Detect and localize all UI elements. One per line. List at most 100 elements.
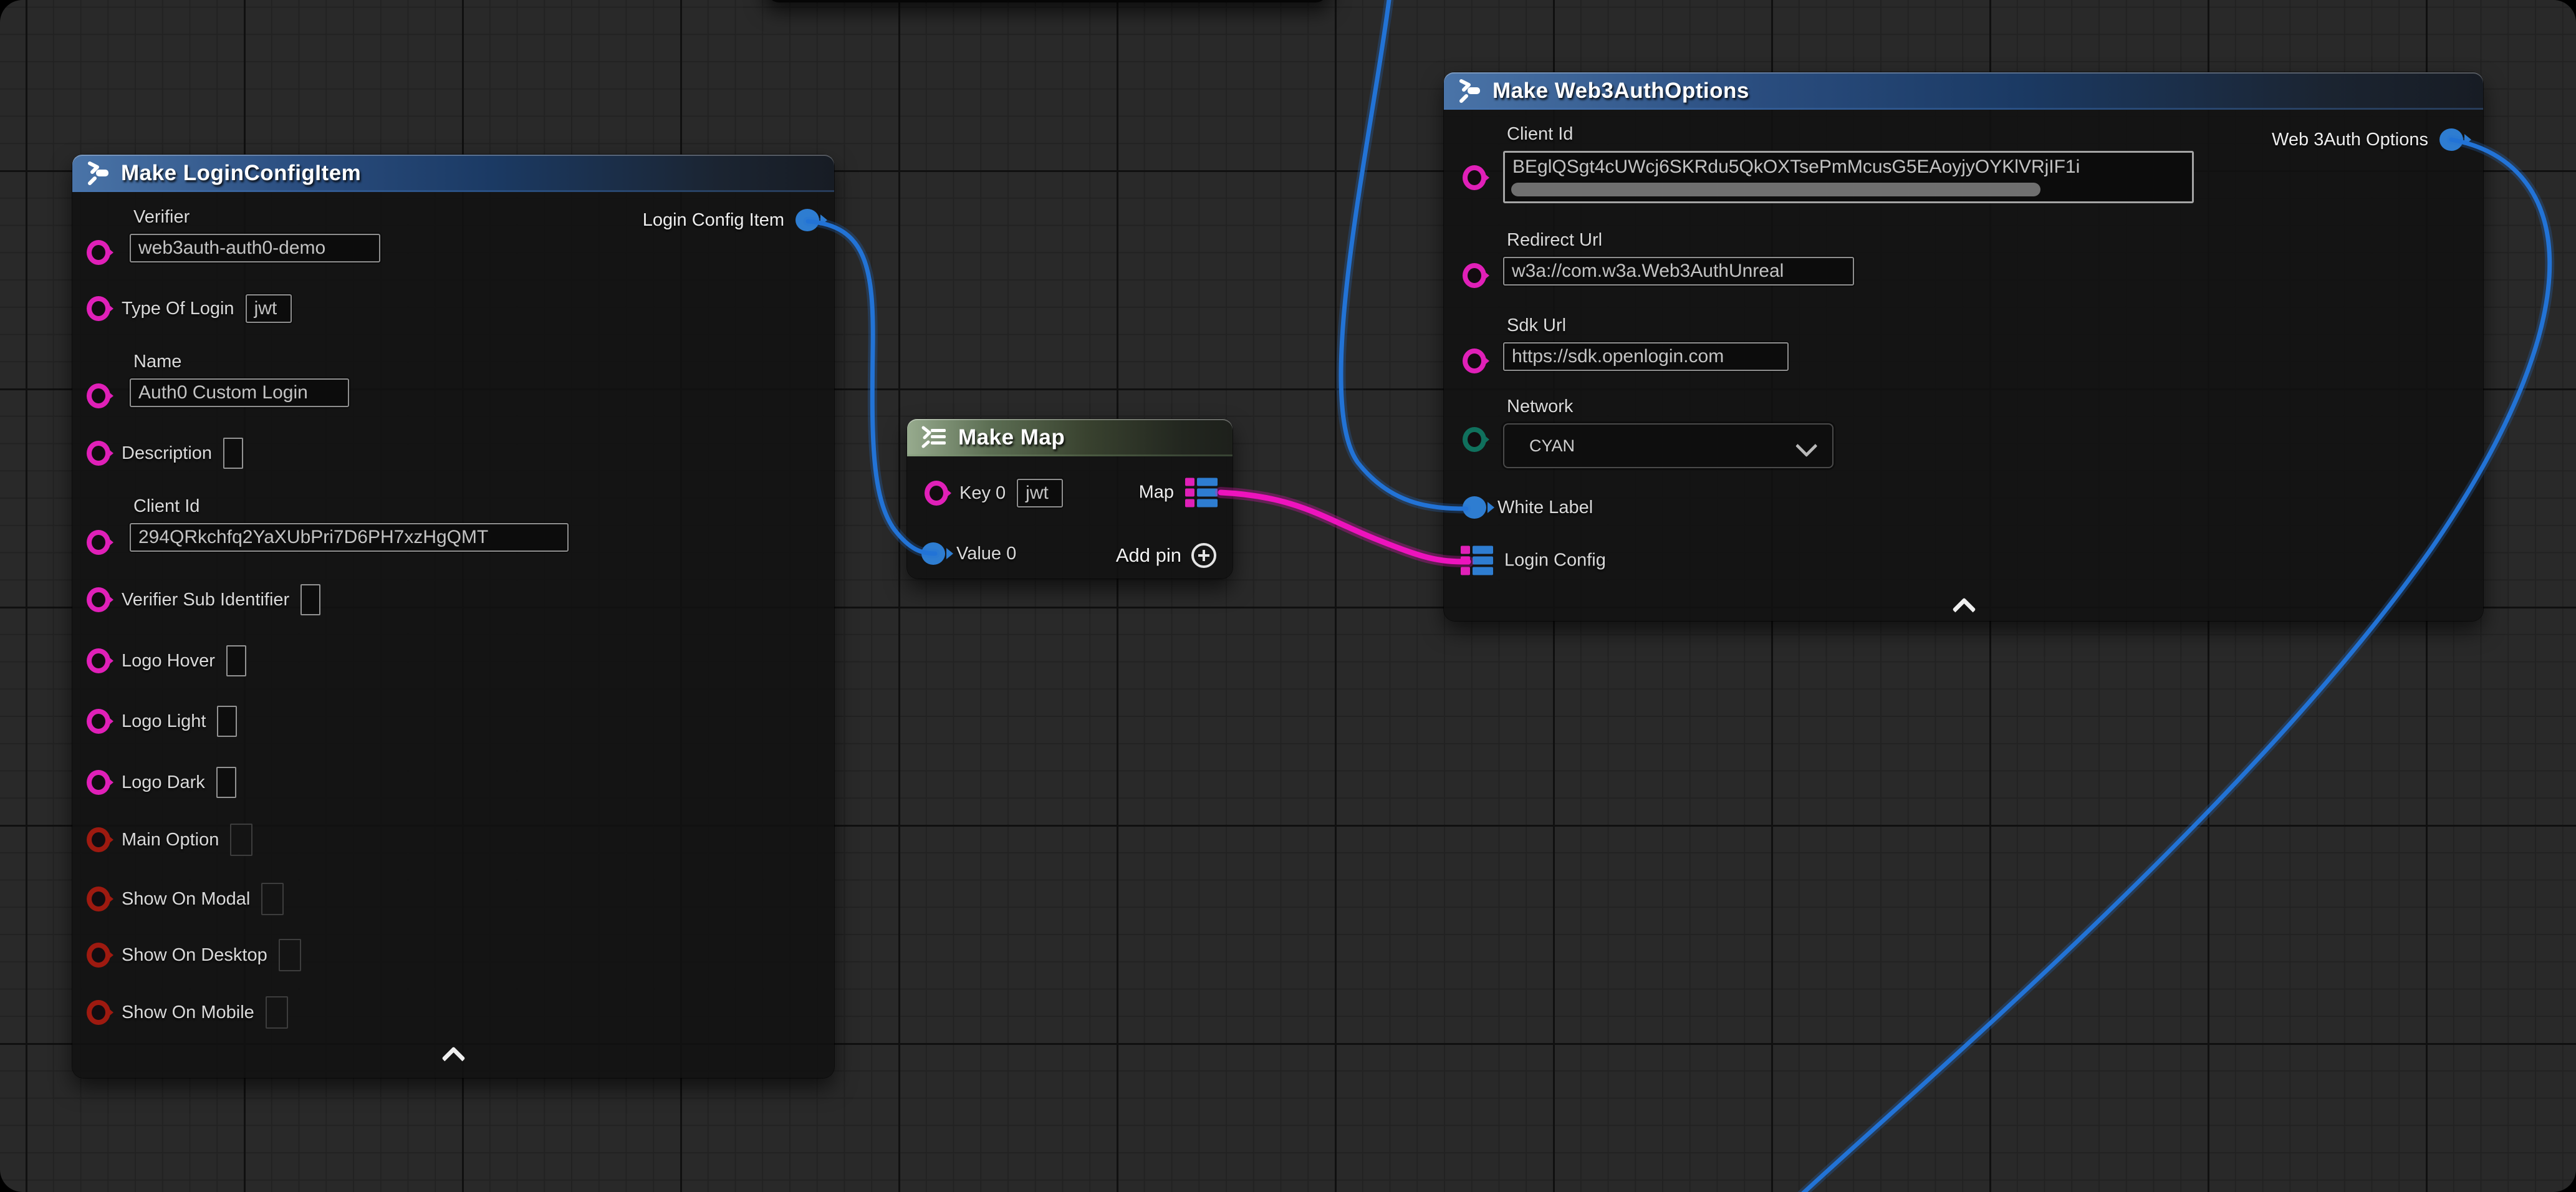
input-pin-name[interactable] xyxy=(87,383,110,408)
input-pin-verifier-sub-identifier[interactable] xyxy=(87,587,110,612)
field-label: Show On Desktop xyxy=(122,945,267,966)
make-struct-icon xyxy=(85,160,111,187)
name-input[interactable]: Auth0 Custom Login xyxy=(130,378,349,407)
field-label: Login Config xyxy=(1504,550,1606,571)
input-pin-main-option[interactable] xyxy=(87,827,110,852)
collapse-chevron-icon[interactable] xyxy=(1954,596,1973,615)
chevron-down-icon xyxy=(1795,435,1817,456)
row-verifier-sub-identifier: Verifier Sub Identifier xyxy=(87,584,320,615)
row-white-label: White Label xyxy=(1463,496,1593,519)
logo-dark-input[interactable] xyxy=(216,767,236,798)
make-map-icon xyxy=(920,425,948,450)
key0-value: jwt xyxy=(1026,483,1049,504)
output-pin-web3auth-options[interactable] xyxy=(2439,128,2463,151)
show-on-modal-checkbox[interactable] xyxy=(261,883,284,915)
field-name: Name Auth0 Custom Login xyxy=(130,352,349,407)
field-label: White Label xyxy=(1497,497,1593,518)
field-sdk-url: Sdk Url https://sdk.openlogin.com xyxy=(1503,315,1789,371)
field-label: Key 0 xyxy=(959,483,1006,504)
input-pin-show-on-desktop[interactable] xyxy=(87,943,110,968)
input-pin-logo-dark[interactable] xyxy=(87,770,110,795)
field-label: Network xyxy=(1507,397,1833,417)
main-option-checkbox[interactable] xyxy=(230,824,252,856)
node-make-web3authoptions[interactable]: Make Web3AuthOptions Web 3Auth Options C… xyxy=(1444,72,2483,621)
node-header-make-loginconfigitem[interactable]: Make LoginConfigItem xyxy=(72,155,834,192)
node-make-loginconfigitem[interactable]: Make LoginConfigItem Login Config Item V… xyxy=(72,155,834,1078)
add-pin-label: Add pin xyxy=(1116,544,1181,567)
field-network: Network CYAN xyxy=(1503,397,1833,468)
input-pin-description[interactable] xyxy=(87,441,110,466)
field-label: Verifier Sub Identifier xyxy=(122,590,289,610)
sdk-url-value: https://sdk.openlogin.com xyxy=(1512,346,1724,367)
client-id-input[interactable]: 294QRkchfq2YaXUbPri7D6PH7xzHgQMT xyxy=(130,523,569,552)
input-pin-white-label[interactable] xyxy=(1463,496,1486,519)
field-label: Description xyxy=(122,443,212,464)
field-label: Name xyxy=(133,352,349,372)
field-label: Verifier xyxy=(133,207,380,228)
show-on-mobile-checkbox[interactable] xyxy=(266,996,288,1029)
node-title: Make LoginConfigItem xyxy=(121,161,361,186)
input-pin-type-of-login[interactable] xyxy=(87,296,110,321)
client-id-scrollbar[interactable] xyxy=(1511,183,2040,196)
field-label: Client Id xyxy=(133,496,569,517)
name-value: Auth0 Custom Login xyxy=(138,382,308,403)
sdk-url-input[interactable]: https://sdk.openlogin.com xyxy=(1503,342,1789,371)
output-label: Web 3Auth Options xyxy=(2272,130,2428,150)
wire-map-to-login-config[interactable] xyxy=(1221,493,1468,562)
input-pin-client-id[interactable] xyxy=(1463,165,1486,190)
redirect-url-value: w3a://com.w3a.Web3AuthUnreal xyxy=(1512,261,1784,282)
node-make-map[interactable]: Make Map Key 0 jwt Map xyxy=(907,419,1233,579)
field-client-id: Client Id BEglQSgt4cUWcj6SKRdu5QkOXTsePm… xyxy=(1503,124,2194,203)
add-pin-button[interactable]: Add pin xyxy=(1116,543,1216,568)
show-on-desktop-checkbox[interactable] xyxy=(279,939,301,971)
offscreen-node-shadow xyxy=(767,0,1328,2)
output-pin-map[interactable] xyxy=(1185,478,1218,507)
field-label: Sdk Url xyxy=(1507,315,1789,336)
logo-light-input[interactable] xyxy=(217,706,237,737)
output-label: Login Config Item xyxy=(643,210,784,231)
node-header-make-web3authoptions[interactable]: Make Web3AuthOptions xyxy=(1444,72,2483,110)
input-pin-show-on-mobile[interactable] xyxy=(87,1000,110,1025)
input-pin-redirect-url[interactable] xyxy=(1463,263,1486,288)
row-logo-light: Logo Light xyxy=(87,706,237,737)
row-show-on-desktop: Show On Desktop xyxy=(87,939,301,971)
key0-input[interactable]: jwt xyxy=(1017,479,1063,507)
row-show-on-modal: Show On Modal xyxy=(87,883,284,915)
network-dropdown[interactable]: CYAN xyxy=(1503,423,1833,468)
wire-map-to-login-config-glow xyxy=(1221,493,1468,562)
row-logo-hover: Logo Hover xyxy=(87,645,246,676)
verifier-input[interactable]: web3auth-auth0-demo xyxy=(130,234,380,262)
input-pin-client-id[interactable] xyxy=(87,530,110,555)
input-pin-verifier[interactable] xyxy=(87,240,110,265)
type-of-login-input[interactable]: jwt xyxy=(246,294,292,323)
input-pin-show-on-modal[interactable] xyxy=(87,887,110,911)
verifier-value: web3auth-auth0-demo xyxy=(138,238,325,259)
input-pin-network[interactable] xyxy=(1463,427,1486,452)
field-label: Logo Light xyxy=(122,711,206,732)
node-header-make-map[interactable]: Make Map xyxy=(907,419,1233,456)
row-value0: Value 0 xyxy=(921,542,1016,565)
output-label: Map xyxy=(1139,483,1174,503)
input-pin-key0[interactable] xyxy=(925,481,948,506)
row-type-of-login: Type Of Login jwt xyxy=(87,294,292,323)
client-id-input[interactable]: BEglQSgt4cUWcj6SKRdu5QkOXTsePmMcusG5EAoy… xyxy=(1503,151,2194,203)
field-label: Type Of Login xyxy=(122,299,234,319)
field-label: Logo Dark xyxy=(122,772,205,793)
input-pin-logo-hover[interactable] xyxy=(87,648,110,673)
input-pin-value0[interactable] xyxy=(921,542,945,565)
input-pin-login-config[interactable] xyxy=(1461,546,1493,575)
node-title: Make Map xyxy=(958,425,1065,450)
verifier-sub-identifier-input[interactable] xyxy=(300,584,320,615)
logo-hover-input[interactable] xyxy=(226,645,246,676)
output-row-map: Map xyxy=(1139,478,1218,507)
row-logo-dark: Logo Dark xyxy=(87,767,236,798)
graph-canvas[interactable]: Make LoginConfigItem Login Config Item V… xyxy=(0,0,2576,1192)
description-input[interactable] xyxy=(223,438,243,469)
redirect-url-input[interactable]: w3a://com.w3a.Web3AuthUnreal xyxy=(1503,257,1854,286)
collapse-chevron-icon[interactable] xyxy=(444,1045,463,1064)
output-pin-login-config-item[interactable] xyxy=(795,209,819,231)
input-pin-sdk-url[interactable] xyxy=(1463,348,1486,373)
input-pin-logo-light[interactable] xyxy=(87,709,110,734)
output-row-login-config-item: Login Config Item xyxy=(643,209,819,231)
network-selected-value: CYAN xyxy=(1529,436,1575,456)
